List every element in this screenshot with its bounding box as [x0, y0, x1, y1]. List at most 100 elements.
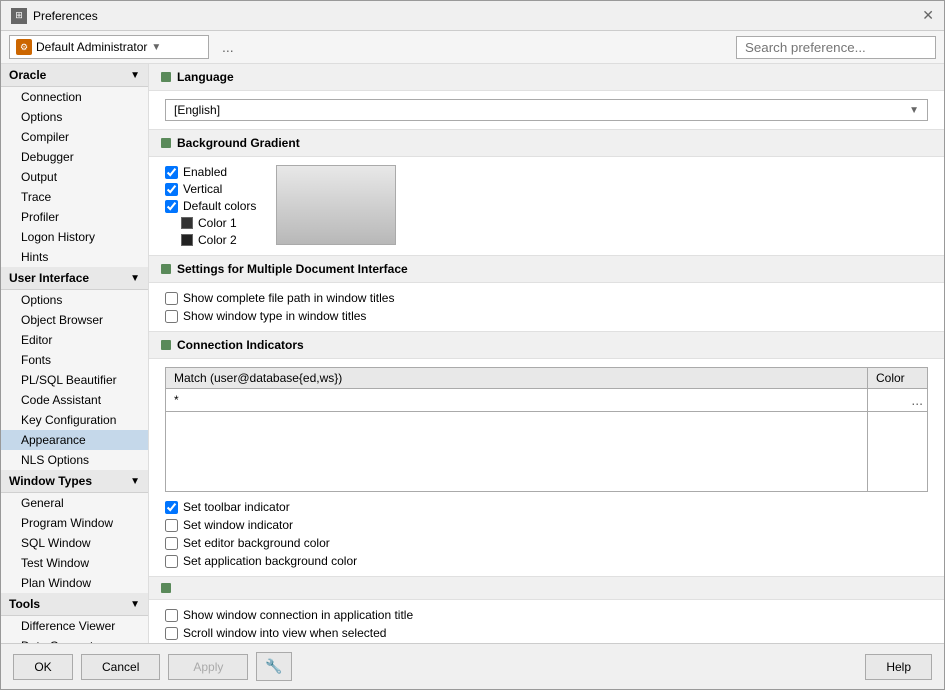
sidebar-group-ui-label: User Interface: [9, 271, 89, 285]
sidebar-group-tools[interactable]: Tools ▼: [1, 593, 148, 616]
mdi-checkboxes: Show complete file path in window titles…: [165, 291, 928, 323]
mdi-section: Settings for Multiple Document Interface…: [149, 256, 944, 332]
sidebar-item-fonts[interactable]: Fonts: [1, 350, 148, 370]
sidebar-group-window-types[interactable]: Window Types ▼: [1, 470, 148, 493]
preferences-window: ⊞ Preferences ✕ ⚙ Default Administrator …: [0, 0, 945, 690]
sidebar-item-connection[interactable]: Connection: [1, 87, 148, 107]
sidebar-item-ui-options[interactable]: Options: [1, 290, 148, 310]
sidebar-item-difference-viewer[interactable]: Difference Viewer: [1, 616, 148, 636]
toolbar: ⚙ Default Administrator ▼ ...: [1, 31, 944, 64]
bg-gradient-section-title: Background Gradient: [177, 136, 300, 150]
show-window-type-checkbox[interactable]: [165, 310, 178, 323]
sidebar-item-plsql-beautifier[interactable]: PL/SQL Beautifier: [1, 370, 148, 390]
table-empty-match: [166, 412, 868, 492]
sidebar-item-appearance[interactable]: Appearance: [1, 430, 148, 450]
sidebar-item-options[interactable]: Options: [1, 107, 148, 127]
ui-expand-icon: ▼: [130, 273, 140, 284]
sidebar-item-plan-window[interactable]: Plan Window: [1, 573, 148, 593]
sidebar-group-window-types-label: Window Types: [9, 474, 92, 488]
language-section-icon: [161, 72, 171, 82]
sidebar-item-general[interactable]: General: [1, 493, 148, 513]
set-app-bg-checkbox[interactable]: [165, 555, 178, 568]
color1-row: Color 1: [165, 216, 256, 230]
table-empty-color: [868, 412, 928, 492]
set-window-indicator-checkbox[interactable]: [165, 519, 178, 532]
help-icon: 🔧: [265, 658, 282, 674]
scroll-window-checkbox[interactable]: [165, 627, 178, 640]
set-editor-bg-checkbox[interactable]: [165, 537, 178, 550]
sidebar-group-oracle-label: Oracle: [9, 68, 46, 82]
color1-label: Color 1: [198, 216, 237, 230]
scroll-window-row: Scroll window into view when selected: [165, 626, 928, 640]
content-area: Oracle ▼ Connection Options Compiler Deb…: [1, 64, 944, 643]
set-toolbar-indicator-checkbox[interactable]: [165, 501, 178, 514]
sidebar-item-sql-window[interactable]: SQL Window: [1, 533, 148, 553]
show-window-connection-checkbox[interactable]: [165, 609, 178, 622]
connection-indicators-icon: [161, 340, 171, 350]
language-dropdown[interactable]: [English] ▼: [165, 99, 928, 121]
sidebar-item-editor[interactable]: Editor: [1, 330, 148, 350]
scroll-window-label: Scroll window into view when selected: [183, 626, 386, 640]
default-colors-checkbox-row: Default colors: [165, 199, 256, 213]
table-cell-color-dots[interactable]: ...: [868, 389, 928, 412]
oracle-expand-icon: ▼: [130, 70, 140, 81]
sidebar-item-data-generator[interactable]: Data Generator: [1, 636, 148, 643]
table-cell-match[interactable]: *: [166, 389, 868, 412]
table-empty-row: [166, 412, 928, 492]
sidebar-item-key-configuration[interactable]: Key Configuration: [1, 410, 148, 430]
search-input[interactable]: [736, 36, 936, 59]
connection-indicators-body: Match (user@database{ed,ws}) Color * ...: [149, 359, 944, 576]
apply-button[interactable]: Apply: [168, 654, 248, 680]
bg-gradient-section-body: Enabled Vertical Default colors: [149, 157, 944, 255]
title-bar: ⊞ Preferences ✕: [1, 1, 944, 31]
sidebar-item-code-assistant[interactable]: Code Assistant: [1, 390, 148, 410]
indicator-checkboxes: Set toolbar indicator Set window indicat…: [165, 500, 928, 568]
show-connection-body: Show window connection in application ti…: [149, 600, 944, 643]
connection-indicators-title: Connection Indicators: [177, 338, 304, 352]
bg-gradient-section-header: Background Gradient: [149, 130, 944, 157]
help-button[interactable]: Help: [865, 654, 932, 680]
show-filepath-checkbox[interactable]: [165, 292, 178, 305]
sidebar-group-oracle[interactable]: Oracle ▼: [1, 64, 148, 87]
default-colors-checkbox[interactable]: [165, 200, 178, 213]
show-window-connection-row: Show window connection in application ti…: [165, 608, 928, 622]
sidebar-item-nls-options[interactable]: NLS Options: [1, 450, 148, 470]
sidebar-item-hints[interactable]: Hints: [1, 247, 148, 267]
cancel-button[interactable]: Cancel: [81, 654, 160, 680]
vertical-checkbox[interactable]: [165, 183, 178, 196]
language-section: Language [English] ▼: [149, 64, 944, 130]
sidebar-item-profiler[interactable]: Profiler: [1, 207, 148, 227]
sidebar-group-ui[interactable]: User Interface ▼: [1, 267, 148, 290]
sidebar-item-output[interactable]: Output: [1, 167, 148, 187]
show-connection-header: [149, 577, 944, 600]
sidebar-item-trace[interactable]: Trace: [1, 187, 148, 207]
sidebar-item-program-window[interactable]: Program Window: [1, 513, 148, 533]
vertical-checkbox-row: Vertical: [165, 182, 256, 196]
close-button[interactable]: ✕: [922, 7, 934, 24]
sidebar-item-object-browser[interactable]: Object Browser: [1, 310, 148, 330]
main-content: Language [English] ▼ Background Gradient: [149, 64, 944, 643]
language-value: [English]: [174, 103, 220, 117]
mdi-section-icon: [161, 264, 171, 274]
sidebar-item-logon-history[interactable]: Logon History: [1, 227, 148, 247]
enabled-label: Enabled: [183, 165, 227, 179]
sidebar-group-tools-label: Tools: [9, 597, 40, 611]
enabled-checkbox[interactable]: [165, 166, 178, 179]
toolbar-more-button[interactable]: ...: [215, 36, 241, 58]
sidebar-item-compiler[interactable]: Compiler: [1, 127, 148, 147]
show-window-connection-label: Show window connection in application ti…: [183, 608, 413, 622]
vertical-label: Vertical: [183, 182, 222, 196]
bottom-right: Help: [865, 654, 932, 680]
background-gradient-section: Background Gradient Enabled: [149, 130, 944, 256]
language-section-header: Language: [149, 64, 944, 91]
help-icon-button[interactable]: 🔧: [256, 652, 291, 681]
ok-button[interactable]: OK: [13, 654, 73, 680]
sidebar-item-test-window[interactable]: Test Window: [1, 553, 148, 573]
language-section-body: [English] ▼: [149, 91, 944, 129]
show-connection-icon: [161, 583, 171, 593]
enabled-checkbox-row: Enabled: [165, 165, 256, 179]
default-colors-label: Default colors: [183, 199, 256, 213]
window-types-expand-icon: ▼: [130, 476, 140, 487]
sidebar-item-debugger[interactable]: Debugger: [1, 147, 148, 167]
admin-dropdown[interactable]: ⚙ Default Administrator ▼: [9, 35, 209, 59]
